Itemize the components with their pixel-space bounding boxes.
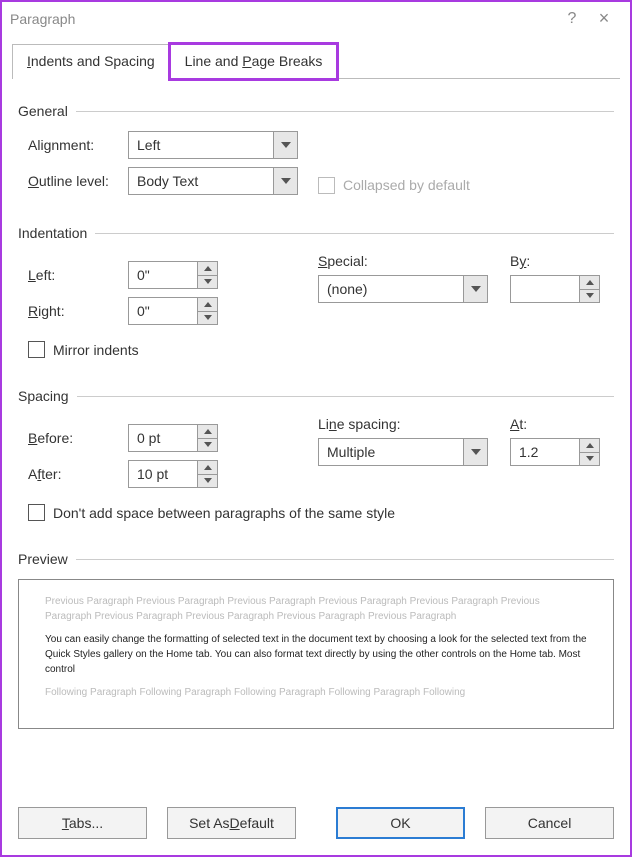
chevron-down-icon[interactable] xyxy=(198,439,217,452)
preview-foll-text: Following Paragraph Following Paragraph … xyxy=(45,685,587,700)
after-spinner[interactable]: 10 pt xyxy=(128,460,218,488)
left-indent-label: Left: xyxy=(18,267,128,283)
line-spacing-label: Line spacing: xyxy=(318,416,498,432)
tabs-button[interactable]: Tabs... xyxy=(18,807,147,839)
chevron-down-icon[interactable] xyxy=(273,168,297,194)
chevron-down-icon[interactable] xyxy=(198,312,217,325)
chevron-up-icon[interactable] xyxy=(198,461,217,475)
special-label: Special: xyxy=(318,253,498,269)
preview-prev-text: Previous Paragraph Previous Paragraph Pr… xyxy=(45,594,587,624)
mirror-indents-checkbox[interactable]: Mirror indents xyxy=(28,341,614,358)
close-icon[interactable]: × xyxy=(588,8,620,29)
chevron-down-icon[interactable] xyxy=(198,475,217,488)
preview-body-text: You can easily change the formatting of … xyxy=(45,632,587,677)
section-spacing: Spacing xyxy=(18,388,614,404)
tab-indents-spacing[interactable]: Indents and Spacing xyxy=(12,44,170,79)
tab-row: Indents and Spacing Line and Page Breaks xyxy=(12,43,620,79)
section-indentation: Indentation xyxy=(18,225,614,241)
dont-add-space-checkbox[interactable]: Don't add space between paragraphs of th… xyxy=(28,504,614,521)
by-label: By: xyxy=(510,253,600,269)
alignment-dropdown[interactable]: Left xyxy=(128,131,298,159)
chevron-down-icon[interactable] xyxy=(463,439,487,465)
at-label: At: xyxy=(510,416,600,432)
chevron-up-icon[interactable] xyxy=(198,425,217,439)
ok-button[interactable]: OK xyxy=(336,807,465,839)
chevron-up-icon[interactable] xyxy=(198,298,217,312)
section-preview: Preview xyxy=(18,551,614,567)
chevron-down-icon[interactable] xyxy=(198,276,217,289)
chevron-up-icon[interactable] xyxy=(580,276,599,290)
chevron-down-icon[interactable] xyxy=(463,276,487,302)
dialog-body: General Alignment: Left Outline level: B… xyxy=(2,79,630,793)
dialog-title: Paragraph xyxy=(10,11,556,27)
set-default-button[interactable]: Set As Default xyxy=(167,807,296,839)
line-spacing-dropdown[interactable]: Multiple xyxy=(318,438,488,466)
chevron-up-icon[interactable] xyxy=(198,262,217,276)
dialog-footer: Tabs... Set As Default OK Cancel xyxy=(2,793,630,855)
chevron-down-icon[interactable] xyxy=(580,290,599,303)
at-spinner[interactable]: 1.2 xyxy=(510,438,600,466)
after-label: After: xyxy=(18,466,128,482)
right-indent-spinner[interactable]: 0" xyxy=(128,297,218,325)
title-bar: Paragraph ? × xyxy=(2,2,630,33)
alignment-label: Alignment: xyxy=(18,137,128,153)
left-indent-spinner[interactable]: 0" xyxy=(128,261,218,289)
chevron-up-icon[interactable] xyxy=(580,439,599,453)
preview-box: Previous Paragraph Previous Paragraph Pr… xyxy=(18,579,614,729)
tab-line-page-breaks[interactable]: Line and Page Breaks xyxy=(170,44,338,79)
outline-label: Outline level: xyxy=(18,173,128,189)
collapsed-checkbox: Collapsed by default xyxy=(318,177,470,194)
special-dropdown[interactable]: (none) xyxy=(318,275,488,303)
help-icon[interactable]: ? xyxy=(556,10,588,28)
chevron-down-icon[interactable] xyxy=(580,453,599,466)
outline-dropdown[interactable]: Body Text xyxy=(128,167,298,195)
before-label: Before: xyxy=(18,430,128,446)
cancel-button[interactable]: Cancel xyxy=(485,807,614,839)
section-general: General xyxy=(18,103,614,119)
before-spinner[interactable]: 0 pt xyxy=(128,424,218,452)
by-spinner[interactable] xyxy=(510,275,600,303)
chevron-down-icon[interactable] xyxy=(273,132,297,158)
right-indent-label: Right: xyxy=(18,303,128,319)
